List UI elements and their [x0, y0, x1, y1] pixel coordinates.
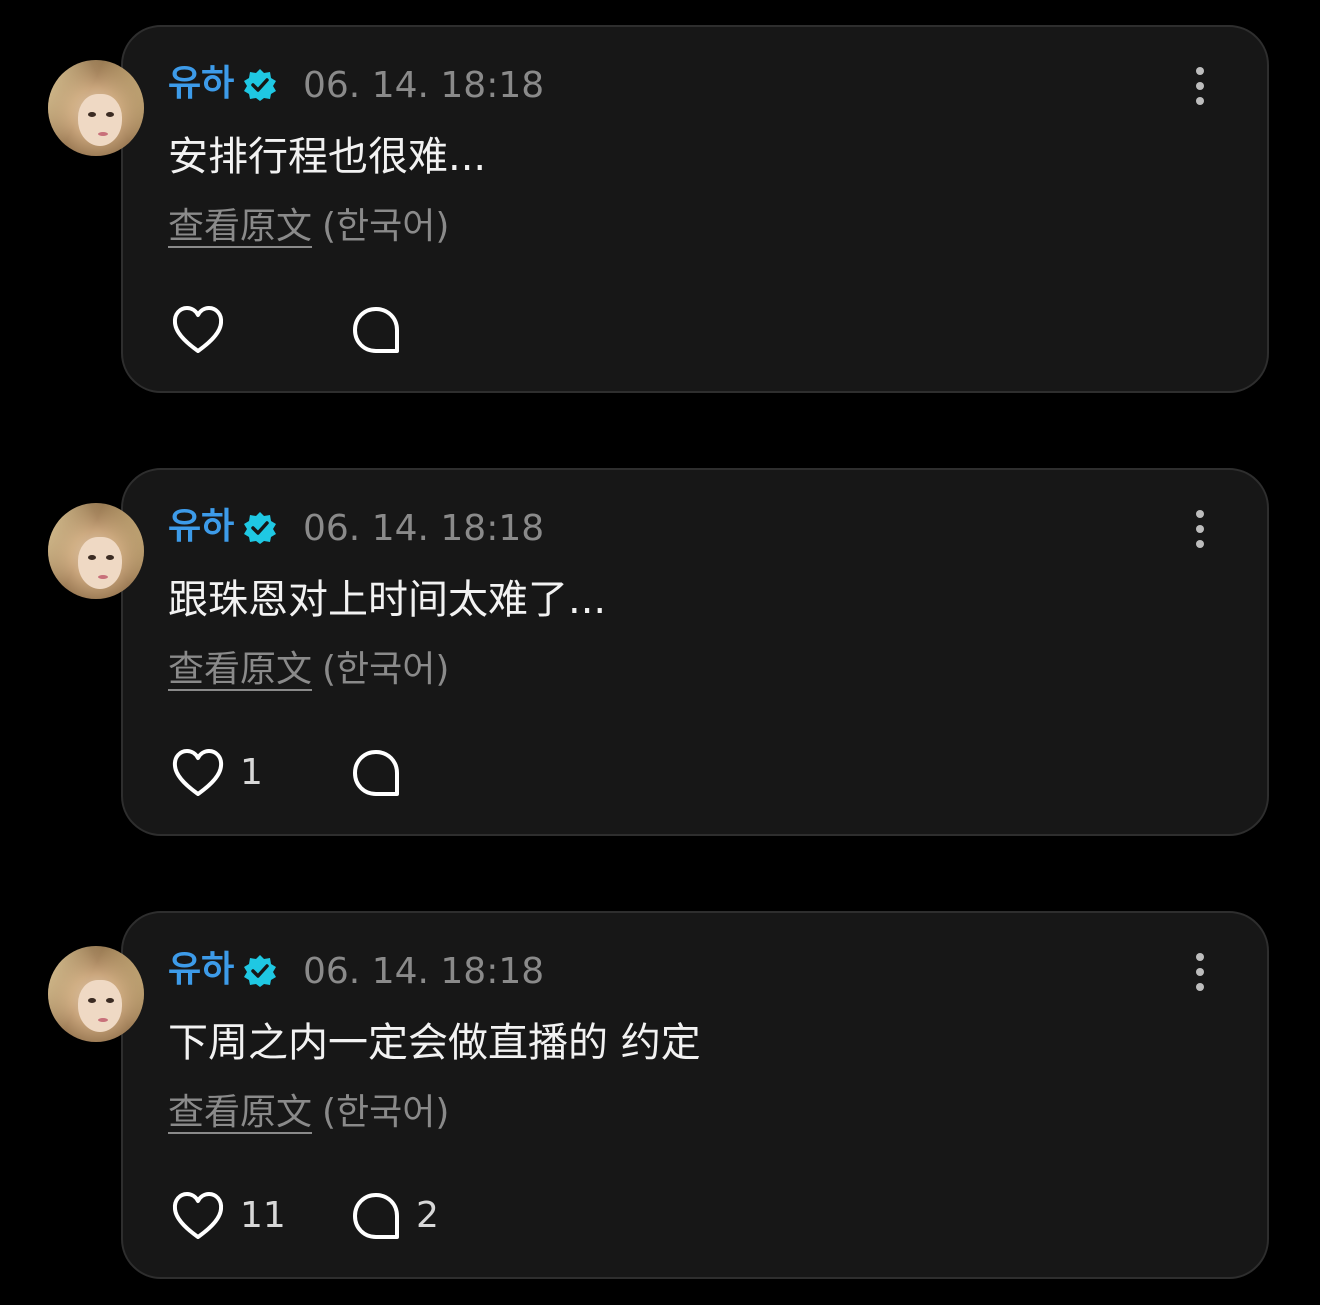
comment-bubble-icon — [353, 750, 399, 796]
comment-bubble-icon — [353, 1193, 399, 1239]
post-timestamp: 06. 14. 18:18 — [303, 951, 545, 992]
original-language-label: (한국어) — [322, 206, 450, 247]
view-original-link[interactable]: 查看原文 — [168, 206, 312, 247]
post-timestamp: 06. 14. 18:18 — [303, 508, 545, 549]
view-original-link[interactable]: 查看原文 — [168, 1092, 312, 1133]
reply-count: 2 — [416, 1195, 439, 1236]
author-name[interactable]: 유하 — [168, 946, 234, 994]
heart-icon — [172, 1192, 224, 1239]
heart-icon — [172, 306, 224, 353]
original-language-label: (한국어) — [322, 649, 450, 690]
post-message: 跟珠恩对上时间太难了... — [168, 577, 607, 623]
like-count: 1 — [240, 752, 263, 793]
translate-row: 查看原文 (한국어) — [168, 203, 449, 251]
more-vertical-icon[interactable] — [1188, 509, 1212, 549]
translate-row: 查看原文 (한국어) — [168, 1089, 449, 1137]
more-vertical-icon[interactable] — [1188, 66, 1212, 106]
more-vertical-icon[interactable] — [1188, 952, 1212, 992]
avatar[interactable] — [48, 946, 144, 1042]
post-actions: 1 — [168, 743, 568, 803]
author-name[interactable]: 유하 — [168, 503, 234, 551]
like-count: 11 — [240, 1195, 286, 1236]
verified-badge-icon — [244, 69, 276, 101]
original-language-label: (한국어) — [322, 1092, 450, 1133]
author-name[interactable]: 유하 — [168, 60, 234, 108]
heart-icon — [172, 749, 224, 796]
verified-badge-icon — [244, 512, 276, 544]
avatar[interactable] — [48, 503, 144, 599]
comment-bubble-icon — [353, 307, 399, 353]
post-timestamp: 06. 14. 18:18 — [303, 65, 545, 106]
translate-row: 查看原文 (한국어) — [168, 646, 449, 694]
view-original-link[interactable]: 查看原文 — [168, 649, 312, 690]
post-actions — [168, 300, 568, 360]
post-message: 安排行程也很难... — [168, 134, 487, 180]
verified-badge-icon — [244, 955, 276, 987]
post-message: 下周之内一定会做直播的 约定 — [168, 1020, 701, 1066]
avatar[interactable] — [48, 60, 144, 156]
post-actions: 11 2 — [168, 1186, 568, 1246]
